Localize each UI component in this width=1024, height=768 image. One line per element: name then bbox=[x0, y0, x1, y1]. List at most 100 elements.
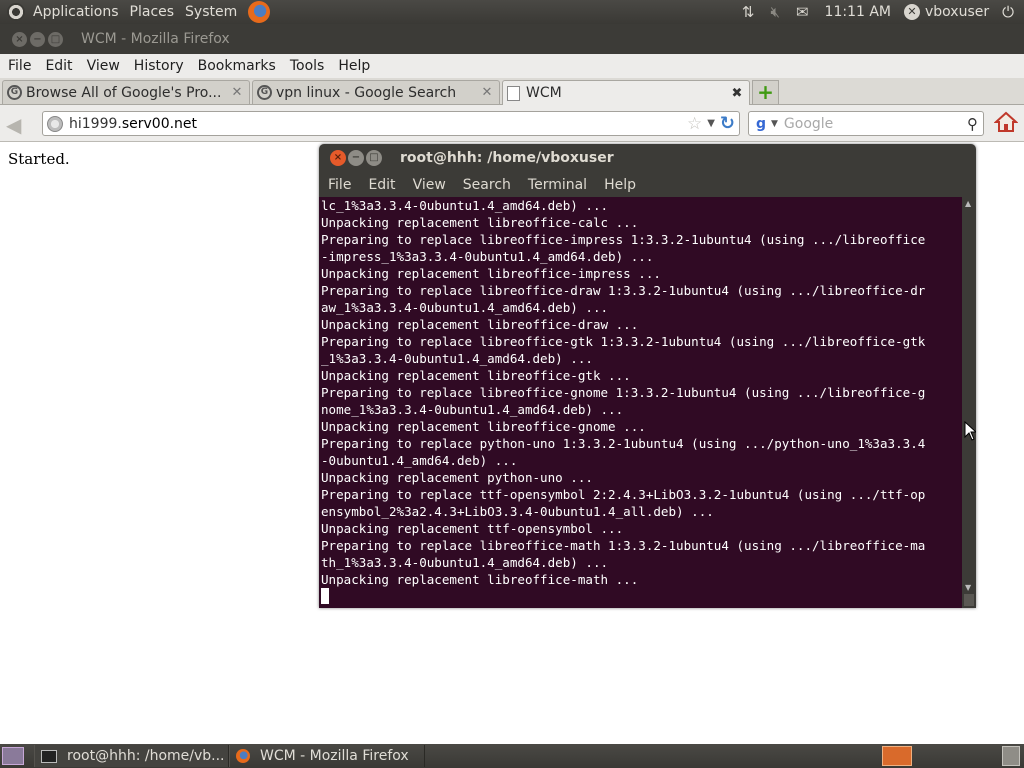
scroll-thumb[interactable] bbox=[964, 594, 974, 606]
terminal-menu-view[interactable]: View bbox=[413, 177, 446, 193]
terminal-titlebar[interactable]: × − □ root@hhh: /home/vboxuser bbox=[319, 144, 976, 172]
top-panel: Applications Places System ⇅ 🔇︎ ✉ 11:11 … bbox=[0, 0, 1024, 24]
scroll-up-icon[interactable]: ▲ bbox=[965, 199, 971, 208]
taskbar-terminal-label: root@hhh: /home/vb... bbox=[67, 748, 225, 764]
terminal-line: Unpacking replacement python-uno ... bbox=[321, 470, 593, 485]
blank-page-icon bbox=[507, 85, 520, 101]
back-arrow-icon[interactable]: ◀ bbox=[6, 113, 21, 137]
search-magnifier-icon[interactable]: ⚲ bbox=[967, 115, 978, 133]
system-menu[interactable]: System bbox=[185, 4, 237, 20]
terminal-window[interactable]: × − □ root@hhh: /home/vboxuser File Edit… bbox=[319, 144, 976, 608]
menu-bookmarks[interactable]: Bookmarks bbox=[198, 58, 276, 74]
terminal-line: Unpacking replacement ttf-opensymbol ... bbox=[321, 521, 624, 536]
close-tab-icon[interactable]: ✕ bbox=[479, 85, 495, 100]
terminal-minimize-button[interactable]: − bbox=[348, 150, 364, 166]
terminal-line: Unpacking replacement libreoffice-gtk ..… bbox=[321, 368, 631, 383]
terminal-line: Unpacking replacement libreoffice-calc .… bbox=[321, 215, 639, 230]
terminal-menu-help[interactable]: Help bbox=[604, 177, 636, 193]
tab-vpn-linux[interactable]: G vpn linux - Google Search ✕ bbox=[252, 80, 500, 104]
terminal-line: Preparing to replace libreoffice-draw 1:… bbox=[321, 283, 926, 298]
menu-file[interactable]: File bbox=[8, 58, 31, 74]
search-bar[interactable]: g ▼ Google ⚲ bbox=[748, 111, 984, 136]
terminal-maximize-button[interactable]: □ bbox=[366, 150, 382, 166]
google-search-engine-icon[interactable]: g bbox=[753, 116, 769, 132]
clock[interactable]: 11:11 AM bbox=[825, 4, 891, 20]
menu-history[interactable]: History bbox=[134, 58, 184, 74]
google-icon: G bbox=[257, 85, 272, 100]
reload-icon[interactable]: ↻ bbox=[720, 113, 735, 134]
globe-icon bbox=[47, 115, 63, 132]
bookmark-star-icon[interactable]: ☆ bbox=[687, 114, 702, 134]
url-dropdown-icon[interactable]: ▼ bbox=[707, 118, 715, 129]
terminal-prompt-line bbox=[321, 588, 925, 605]
tab-wcm[interactable]: WCM ✖ bbox=[502, 80, 750, 105]
places-menu[interactable]: Places bbox=[130, 4, 175, 20]
terminal-line: Preparing to replace libreoffice-math 1:… bbox=[321, 538, 926, 553]
menu-view[interactable]: View bbox=[87, 58, 120, 74]
home-icon[interactable] bbox=[994, 110, 1018, 134]
taskbar-firefox[interactable]: WCM - Mozilla Firefox bbox=[229, 745, 425, 767]
terminal-menu-terminal[interactable]: Terminal bbox=[528, 177, 587, 193]
show-desktop-icon[interactable] bbox=[2, 747, 24, 765]
menu-tools[interactable]: Tools bbox=[290, 58, 325, 74]
terminal-line: Unpacking replacement libreoffice-gnome … bbox=[321, 419, 646, 434]
trash-icon[interactable] bbox=[1002, 746, 1020, 766]
terminal-lines: lc_1%3a3.3.4-0ubuntu1.4_amd64.deb) ... Un… bbox=[321, 197, 925, 605]
close-window-button[interactable]: × bbox=[12, 31, 27, 47]
terminal-scrollbar[interactable]: ▲ ▼ bbox=[962, 197, 976, 608]
terminal-menu-edit[interactable]: Edit bbox=[368, 177, 395, 193]
url-bar[interactable]: hi1999. serv00.net ☆ ▼ ↻ bbox=[42, 111, 740, 136]
tab-bar: G Browse All of Google's Pro... ✕ G vpn … bbox=[0, 78, 1024, 105]
navigation-toolbar: ◀ hi1999. serv00.net ☆ ▼ ↻ g ▼ Google ⚲ bbox=[0, 105, 1024, 142]
power-icon[interactable]: ⏻ bbox=[1002, 3, 1014, 21]
terminal-line: Preparing to replace python-uno 1:3.3.2-… bbox=[321, 436, 926, 451]
minimize-window-button[interactable]: − bbox=[30, 31, 45, 47]
menu-help[interactable]: Help bbox=[338, 58, 370, 74]
scroll-down-icon[interactable]: ▼ bbox=[965, 583, 971, 592]
terminal-line: _1%3a3.3.4-0ubuntu1.4_amd64.deb) ... bbox=[321, 351, 593, 366]
terminal-line: nome_1%3a3.3.4-0ubuntu1.4_amd64.deb) ... bbox=[321, 402, 624, 417]
tab-label: WCM bbox=[526, 85, 562, 101]
new-tab-button[interactable]: + bbox=[752, 80, 779, 104]
tab-label: Browse All of Google's Pro... bbox=[26, 84, 222, 101]
engine-dropdown-icon[interactable]: ▼ bbox=[771, 119, 778, 129]
volume-muted-icon[interactable]: 🔇︎ bbox=[771, 3, 780, 21]
close-tab-icon[interactable]: ✖ bbox=[729, 86, 745, 101]
taskbar-terminal[interactable]: root@hhh: /home/vb... bbox=[34, 745, 229, 767]
terminal-menu-file[interactable]: File bbox=[328, 177, 351, 193]
page-status-text: Started. bbox=[8, 150, 70, 168]
terminal-line: -impress_1%3a3.3.4-0ubuntu1.4_amd64.deb)… bbox=[321, 249, 654, 264]
terminal-icon bbox=[41, 749, 57, 763]
bottom-panel: root@hhh: /home/vb... WCM - Mozilla Fire… bbox=[0, 744, 1024, 768]
applications-menu[interactable]: Applications bbox=[33, 4, 119, 20]
network-icon[interactable]: ⇅ bbox=[742, 3, 755, 21]
terminal-line: Unpacking replacement libreoffice-impres… bbox=[321, 266, 661, 281]
tab-browse-google[interactable]: G Browse All of Google's Pro... ✕ bbox=[2, 80, 250, 104]
terminal-menubar: File Edit View Search Terminal Help bbox=[319, 172, 976, 197]
terminal-menu-search[interactable]: Search bbox=[463, 177, 511, 193]
url-prefix: hi1999. bbox=[69, 115, 122, 132]
maximize-window-button[interactable]: □ bbox=[48, 31, 63, 47]
terminal-line: lc_1%3a3.3.4-0ubuntu1.4_amd64.deb) ... bbox=[321, 198, 609, 213]
ubuntu-logo-icon[interactable] bbox=[7, 3, 25, 21]
firefox-menubar: File Edit View History Bookmarks Tools H… bbox=[0, 54, 1024, 78]
terminal-line: Preparing to replace ttf-opensymbol 2:2.… bbox=[321, 487, 926, 502]
mouse-pointer-icon bbox=[964, 421, 976, 441]
close-tab-icon[interactable]: ✕ bbox=[229, 85, 245, 100]
firefox-icon bbox=[236, 749, 250, 763]
terminal-output[interactable]: lc_1%3a3.3.4-0ubuntu1.4_amd64.deb) ... Un… bbox=[319, 197, 962, 608]
menu-edit[interactable]: Edit bbox=[45, 58, 72, 74]
search-placeholder: Google bbox=[783, 115, 834, 132]
firefox-titlebar[interactable]: × − □ WCM - Mozilla Firefox bbox=[0, 24, 1024, 54]
username[interactable]: vboxuser bbox=[925, 4, 989, 20]
firefox-launcher-icon[interactable] bbox=[248, 1, 271, 23]
terminal-line: ensymbol_2%3a2.4.3+LibO3.3.4-0ubuntu1.4_… bbox=[321, 504, 714, 519]
user-status-icon[interactable]: ✕ bbox=[903, 4, 920, 20]
terminal-line: th_1%3a3.3.4-0ubuntu1.4_amd64.deb) ... bbox=[321, 555, 609, 570]
mail-icon[interactable]: ✉ bbox=[796, 3, 809, 21]
workspace-switcher[interactable] bbox=[882, 746, 912, 766]
terminal-line: Unpacking replacement libreoffice-draw .… bbox=[321, 317, 639, 332]
terminal-line: aw_1%3a3.3.4-0ubuntu1.4_amd64.deb) ... bbox=[321, 300, 609, 315]
terminal-close-button[interactable]: × bbox=[330, 150, 346, 166]
text-cursor bbox=[321, 588, 329, 604]
